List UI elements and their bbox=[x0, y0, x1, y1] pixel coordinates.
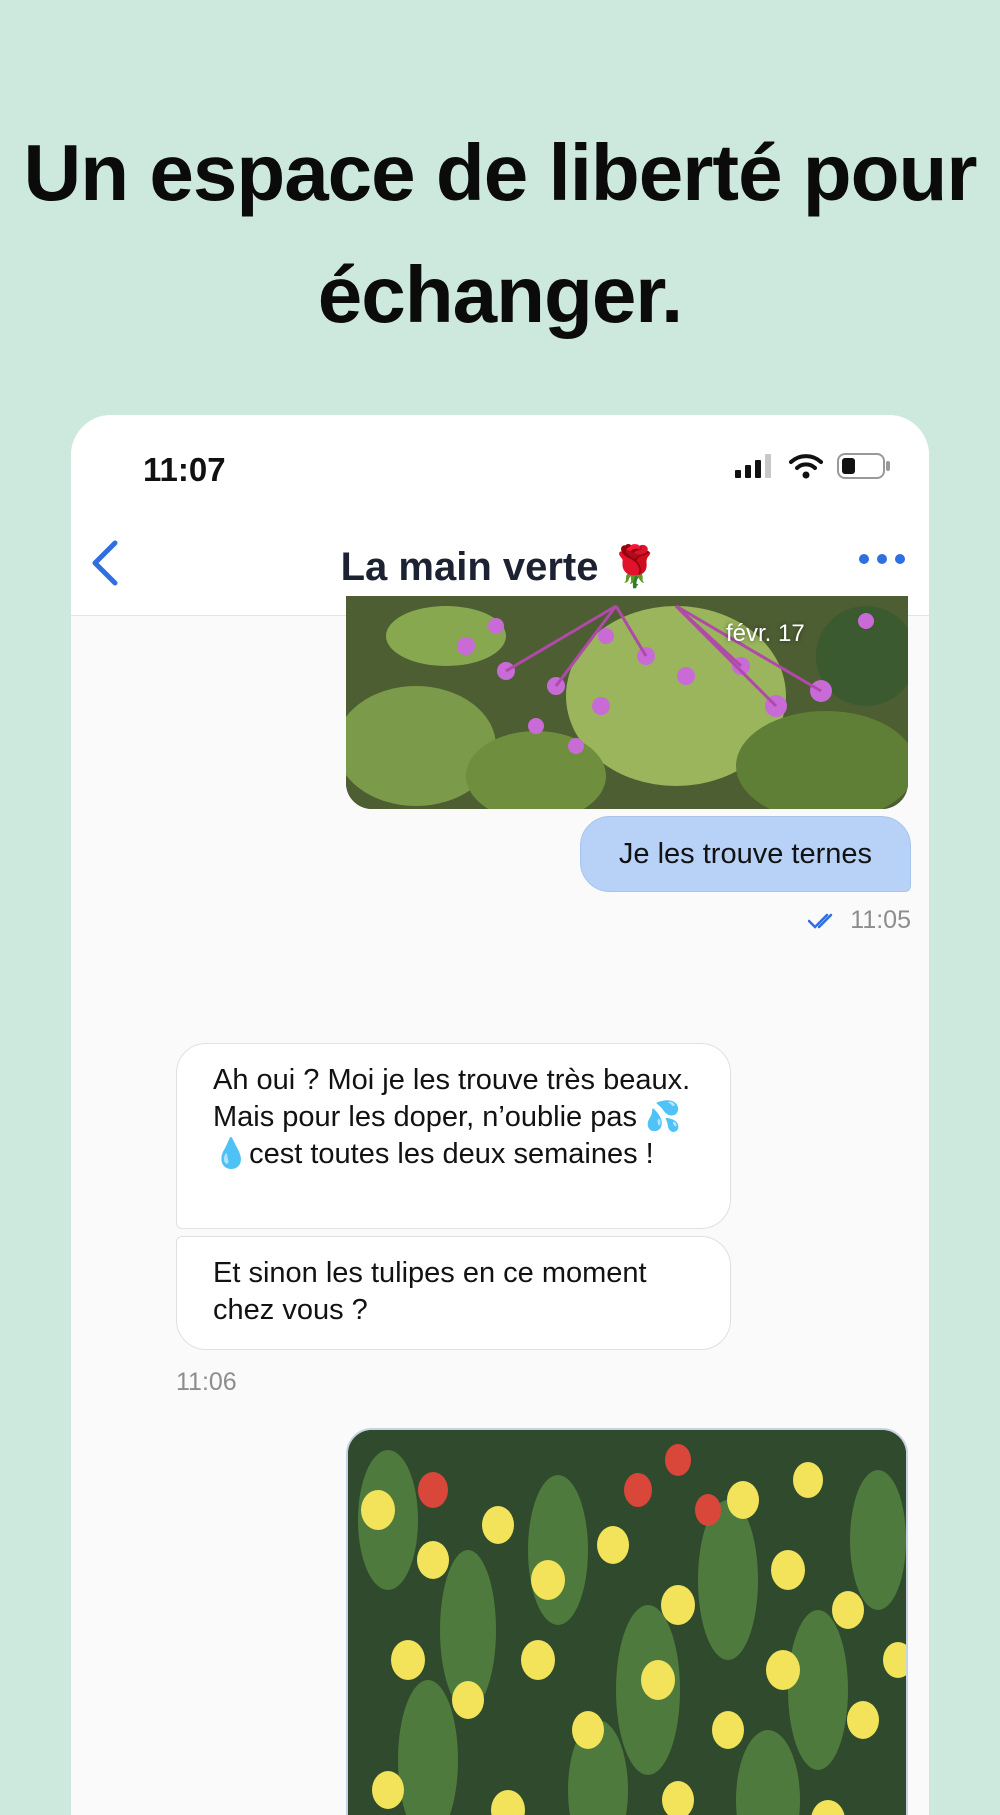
headline-line-2: échanger. bbox=[317, 250, 684, 339]
photo-message-tulips[interactable] bbox=[346, 1428, 908, 1815]
incoming-time: 11:06 bbox=[176, 1368, 237, 1396]
incoming-message[interactable]: Et sinon les tulipes en ce moment chez v… bbox=[176, 1236, 731, 1350]
photo-date-label: févr. 17 bbox=[726, 620, 805, 647]
outgoing-time: 11:05 bbox=[850, 906, 911, 934]
phone-screen: 11:07 La main verte 🌹 févr. 17 Je les tr… bbox=[71, 415, 929, 1815]
outgoing-message[interactable]: Je les trouve ternes bbox=[579, 816, 911, 892]
top-bar: 11:07 La main verte 🌹 bbox=[71, 415, 929, 616]
signal-icon bbox=[735, 454, 771, 478]
photo-message-begonia[interactable]: févr. 17 bbox=[346, 596, 908, 809]
incoming-message[interactable]: Ah oui ? Moi je les trouve très beaux. M… bbox=[176, 1043, 731, 1229]
headline-line-1: Un espace de liberté pour bbox=[23, 128, 977, 217]
message-list: févr. 17 Je les trouve ternes 11:05 Ah o… bbox=[71, 596, 929, 1815]
conversation-title: La main verte 🌹 bbox=[340, 545, 660, 589]
battery-icon bbox=[837, 453, 890, 479]
wifi-icon bbox=[789, 454, 823, 479]
status-icons bbox=[735, 453, 891, 479]
ellipsis-icon[interactable] bbox=[857, 543, 907, 575]
headline: Un espace de liberté pour échanger. bbox=[0, 112, 1000, 356]
read-check-icon bbox=[808, 913, 833, 929]
tulips-photo-image bbox=[348, 1430, 906, 1815]
begonia-photo-image bbox=[346, 596, 908, 809]
status-time: 11:07 bbox=[143, 451, 226, 488]
outgoing-meta: 11:05 bbox=[808, 906, 911, 935]
